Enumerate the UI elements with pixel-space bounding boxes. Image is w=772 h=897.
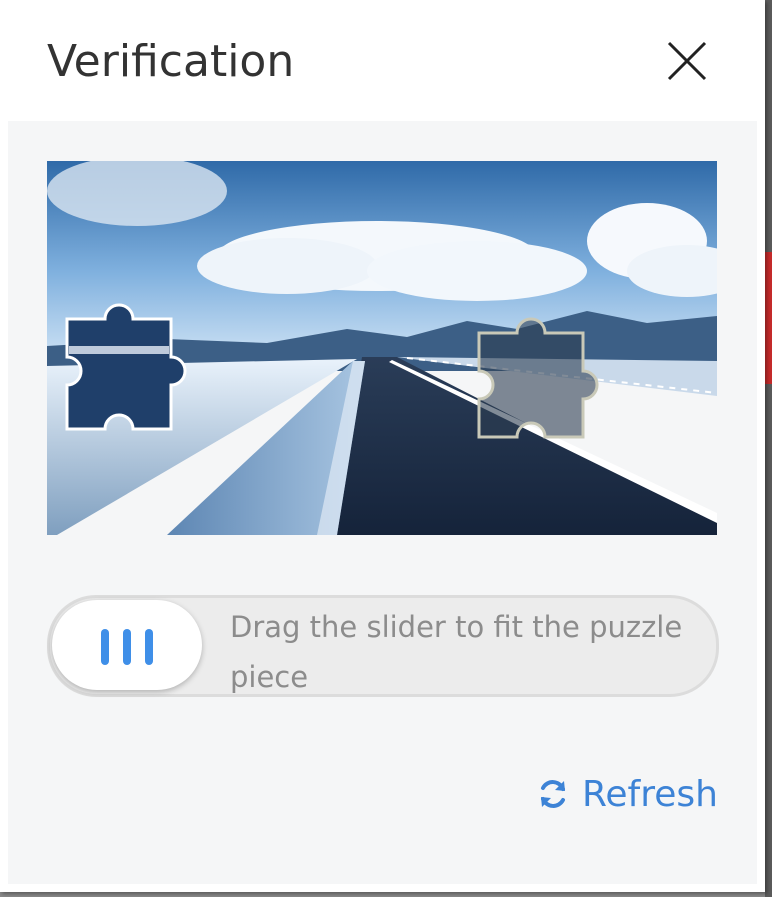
captcha-slider[interactable]: Drag the slider to fit the puzzle piece (47, 595, 719, 697)
puzzle-piece-icon[interactable] (65, 303, 187, 431)
dialog-title: Verification (47, 36, 295, 87)
refresh-label: Refresh (582, 773, 718, 815)
slider-hint: Drag the slider to fit the puzzle piece (230, 610, 683, 694)
close-button[interactable] (662, 38, 712, 84)
puzzle-slot (477, 317, 599, 439)
grip-icon (145, 629, 153, 665)
captcha-panel: Drag the slider to fit the puzzle piece … (8, 121, 757, 884)
grip-icon (101, 629, 109, 665)
backdrop (765, 0, 772, 897)
backdrop-accent (765, 252, 772, 384)
refresh-button[interactable]: Refresh (536, 769, 718, 819)
grip-icon (123, 629, 131, 665)
verification-dialog: Verification Drag the slider to fit the … (0, 0, 765, 892)
slider-handle[interactable] (52, 600, 202, 690)
close-icon (667, 41, 707, 81)
captcha-image (47, 161, 717, 535)
refresh-icon (541, 780, 565, 808)
